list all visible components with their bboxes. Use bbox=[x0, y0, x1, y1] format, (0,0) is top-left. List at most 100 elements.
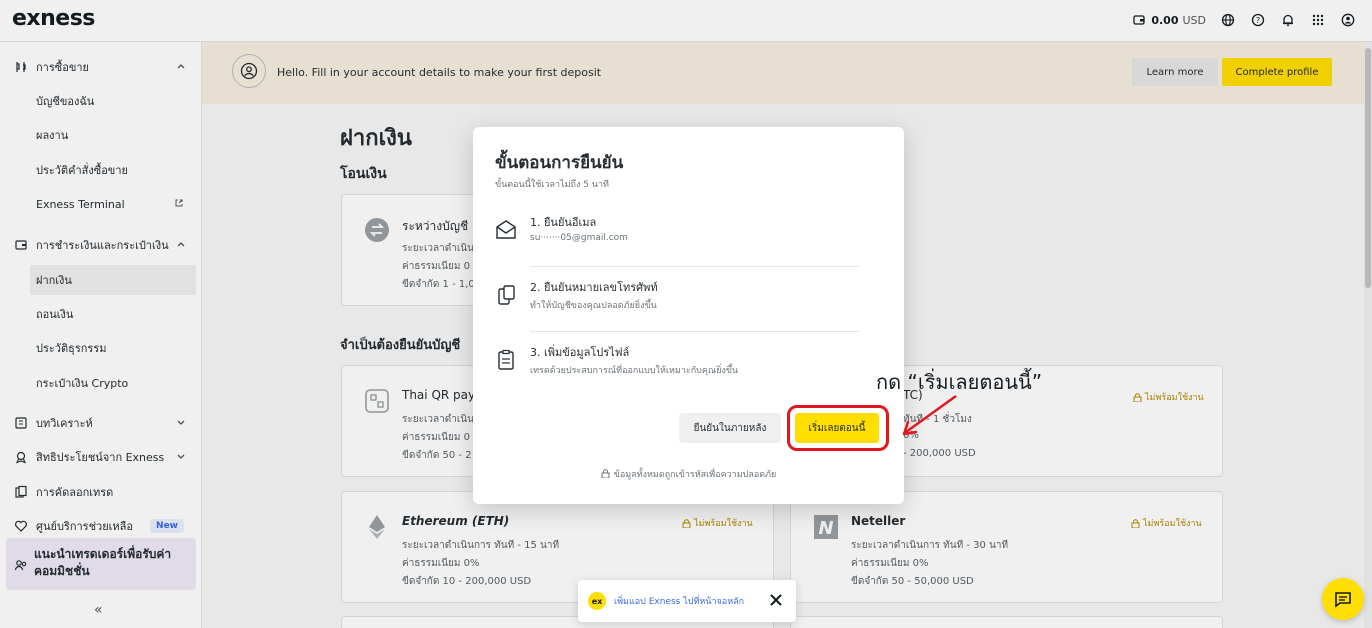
sidebar-section-label: การชำระเงินและกระเป๋าเงิน bbox=[36, 239, 169, 252]
apps-grid-icon[interactable] bbox=[1310, 12, 1326, 28]
sidebar-item-transaction-history[interactable]: ประวัติธุรกรรม bbox=[0, 333, 202, 363]
step-subtitle: su·······05@gmail.com bbox=[530, 233, 628, 243]
card-limits: ขีดจำกัด 10 - 200,000 USD bbox=[402, 576, 532, 587]
new-badge: New bbox=[150, 519, 184, 533]
balance-amount: 0.00 bbox=[1151, 13, 1179, 27]
sidebar-section-label: การคัดลอกเทรด bbox=[36, 486, 114, 499]
trading-icon bbox=[14, 60, 28, 74]
partner-icon bbox=[14, 560, 27, 571]
card-title: Neteller bbox=[851, 514, 906, 528]
exness-app-icon: ex bbox=[588, 592, 606, 610]
card-title: ระหว่างบัญชี bbox=[402, 219, 469, 233]
add-to-homescreen-toast[interactable]: ex เพิ่มแอป Exness ไปที่หน้าจอหลัก bbox=[578, 580, 796, 622]
chevron-down-icon bbox=[177, 420, 185, 425]
exness-logo[interactable]: exness bbox=[12, 6, 95, 31]
sidebar: การซื้อขาย บัญชีของฉัน ผลงาน ประวัติคำสั… bbox=[0, 42, 202, 628]
card-fee: ค่าธรรมเนียม 0 bbox=[402, 432, 470, 443]
step-verify-phone: 2. ยืนยันหมายเลขโทรศัพท์ ทำให้บัญชีของคุ… bbox=[495, 268, 881, 332]
section-title-transfer: โอนเงิน bbox=[340, 166, 387, 182]
payment-card-partial bbox=[790, 616, 1223, 628]
balance-currency: USD bbox=[1182, 13, 1206, 27]
chevron-up-icon bbox=[177, 64, 185, 69]
payment-card-thai-qr[interactable]: Thai QR paym ระยะเวลาดำเนิน ค่าธรรมเนียม… bbox=[341, 365, 491, 477]
envelope-icon bbox=[496, 220, 516, 239]
sidebar-item-label: ประวัติธุรกรรม bbox=[36, 342, 107, 355]
sidebar-section-label: การซื้อขาย bbox=[36, 61, 89, 74]
card-fee: ค่าธรรมเนียม 0 bbox=[402, 261, 470, 272]
chat-support-button[interactable] bbox=[1322, 578, 1364, 620]
card-processing: ระยะเวลาดำเนิน bbox=[402, 243, 474, 254]
sidebar-item-deposit[interactable]: ฝากเงิน bbox=[30, 265, 196, 295]
bell-icon[interactable] bbox=[1280, 12, 1296, 28]
scrollbar-thumb[interactable] bbox=[1365, 48, 1371, 288]
referral-card[interactable]: แนะนำเทรดเดอร์เพื่อรับค่า คอมมิชชั่น bbox=[6, 538, 196, 590]
collapse-sidebar-button[interactable]: « bbox=[94, 602, 103, 618]
sidebar-section-trading[interactable]: การซื้อขาย bbox=[0, 52, 202, 82]
payment-card-internal-transfer[interactable]: ระหว่างบัญชี ระยะเวลาดำเนิน ค่าธรรมเนียม… bbox=[341, 194, 491, 306]
page-title: ฝากเงิน bbox=[340, 126, 412, 151]
svg-text:?: ? bbox=[1256, 16, 1260, 25]
sidebar-section-analytics[interactable]: บทวิเคราะห์ bbox=[0, 408, 202, 438]
lock-icon bbox=[1133, 392, 1142, 402]
sidebar-section-benefits[interactable]: สิทธิประโยชน์จาก Exness bbox=[0, 442, 202, 472]
sidebar-section-help-center[interactable]: ศูนย์บริการช่วยเหลือ New bbox=[0, 511, 202, 541]
close-icon[interactable] bbox=[768, 592, 784, 608]
benefits-icon bbox=[14, 450, 28, 464]
heart-icon bbox=[14, 519, 28, 533]
card-limits: - 200,000 USD bbox=[903, 448, 976, 459]
sidebar-item-my-accounts[interactable]: บัญชีของฉัน bbox=[0, 86, 202, 116]
card-limits: ขีดจำกัด 50 - 2 bbox=[402, 450, 472, 461]
lock-icon bbox=[682, 518, 691, 528]
step-title: 3. เพิ่มข้อมูลโปรไฟล์ bbox=[530, 346, 630, 359]
verification-steps-dialog: ขั้นตอนการยืนยัน ขั้นตอนนี้ใช้เวลาไม่ถึง… bbox=[473, 127, 904, 504]
toast-text[interactable]: เพิ่มแอป Exness ไปที่หน้าจอหลัก bbox=[614, 594, 744, 608]
sidebar-item-withdraw[interactable]: ถอนเงิน bbox=[0, 299, 202, 329]
complete-profile-button[interactable]: Complete profile bbox=[1222, 58, 1332, 86]
help-icon[interactable]: ? bbox=[1250, 12, 1266, 28]
ethereum-icon bbox=[364, 514, 390, 540]
highlight-box bbox=[787, 405, 889, 451]
globe-icon[interactable] bbox=[1220, 12, 1236, 28]
section-title-verification-required: จำเป็นต้องยืนยันบัญชี bbox=[340, 338, 461, 353]
top-right-controls: 0.00 USD ? bbox=[1131, 12, 1356, 28]
card-processing: ระยะเวลาดำเนินการ ทันที - 15 นาที bbox=[402, 540, 560, 551]
card-limits: ขีดจำกัด 1 - 1,0 bbox=[402, 279, 475, 290]
unavailable-label: ไม่พร้อมใช้งาน bbox=[694, 519, 753, 529]
user-icon bbox=[232, 54, 266, 88]
lock-icon bbox=[601, 469, 610, 479]
wallet-icon bbox=[14, 238, 28, 252]
page-scrollbar[interactable] bbox=[1364, 42, 1372, 628]
clipboard-icon bbox=[498, 349, 514, 370]
step-title: 2. ยืนยันหมายเลขโทรศัพท์ bbox=[530, 281, 658, 294]
learn-more-button[interactable]: Learn more bbox=[1132, 58, 1218, 86]
verify-later-button[interactable]: ยืนยันในภายหลัง bbox=[679, 413, 781, 443]
card-processing: ระยะเวลาดำเนิน bbox=[402, 414, 474, 425]
annotation-arrow-icon bbox=[902, 394, 957, 436]
sidebar-item-label: ฝากเงิน bbox=[36, 274, 72, 287]
unavailable-badge: ไม่พร้อมใช้งาน bbox=[1133, 390, 1204, 404]
profile-icon[interactable] bbox=[1340, 12, 1356, 28]
chevron-up-icon bbox=[177, 242, 185, 247]
step-divider bbox=[530, 331, 859, 332]
sidebar-section-payments[interactable]: การชำระเงินและกระเป๋าเงิน bbox=[0, 230, 202, 260]
sidebar-item-exness-terminal[interactable]: Exness Terminal bbox=[0, 189, 202, 219]
analytics-icon bbox=[14, 416, 28, 430]
copy-trading-icon bbox=[14, 485, 28, 499]
transfer-icon bbox=[364, 217, 390, 243]
sidebar-section-label: สิทธิประโยชน์จาก Exness bbox=[36, 451, 165, 464]
unavailable-badge: ไม่พร้อมใช้งาน bbox=[1131, 516, 1202, 530]
sidebar-item-order-history[interactable]: ประวัติคำสั่งซื้อขาย bbox=[0, 155, 202, 185]
sidebar-item-performance[interactable]: ผลงาน bbox=[0, 120, 202, 150]
unavailable-label: ไม่พร้อมใช้งาน bbox=[1143, 519, 1202, 529]
dialog-subtitle: ขั้นตอนนี้ใช้เวลาไม่ถึง 5 นาที bbox=[495, 180, 609, 190]
balance-display[interactable]: 0.00 USD bbox=[1131, 12, 1206, 28]
card-fee: ค่าธรรมเนียม 0% bbox=[851, 558, 929, 569]
card-processing: ระยะเวลาดำเนินการ ทันที - 30 นาที bbox=[851, 540, 1009, 551]
sidebar-section-label: บทวิเคราะห์ bbox=[36, 417, 93, 430]
phone-icon bbox=[498, 285, 515, 305]
banner-text: Hello. Fill in your account details to m… bbox=[277, 66, 602, 79]
security-note-text: ข้อมูลทั้งหมดถูกเข้ารหัสเพื่อความปลอดภัย bbox=[613, 470, 777, 480]
sidebar-section-copy-trading[interactable]: การคัดลอกเทรด bbox=[0, 477, 202, 507]
payment-card-neteller[interactable]: N Neteller ไม่พร้อมใช้งาน ระยะเวลาดำเนิน… bbox=[790, 491, 1223, 603]
sidebar-item-crypto-wallet[interactable]: กระเป๋าเงิน Crypto bbox=[0, 368, 202, 398]
